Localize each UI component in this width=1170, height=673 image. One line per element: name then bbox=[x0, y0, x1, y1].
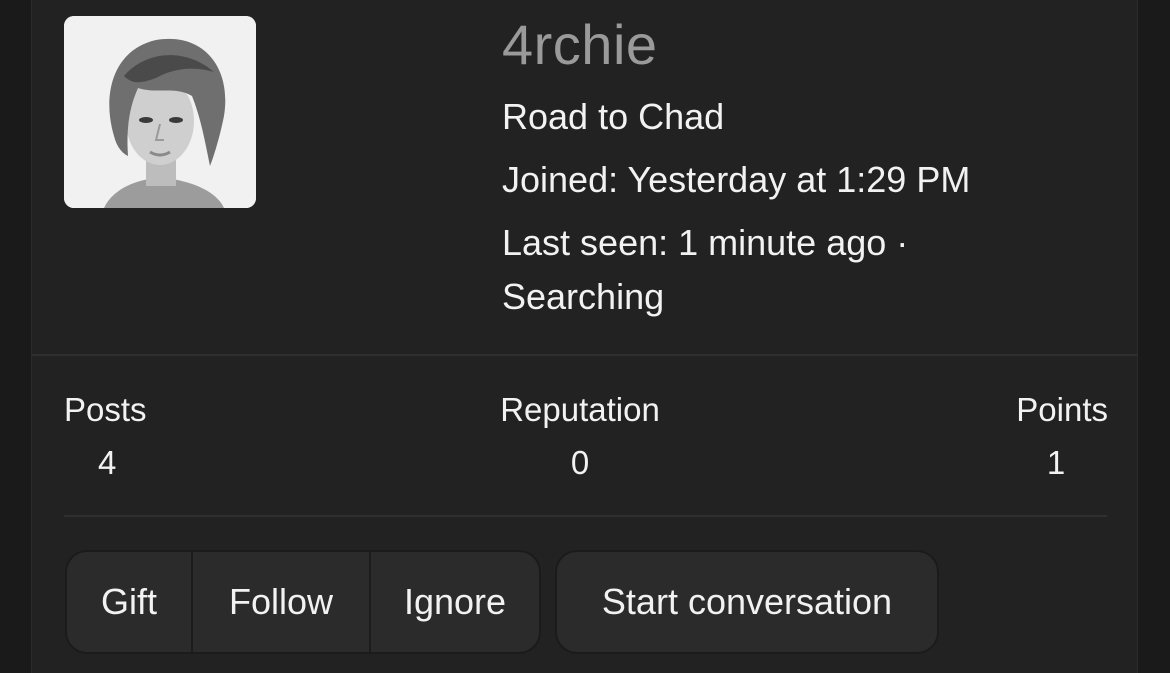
user-title: Road to Chad bbox=[502, 96, 725, 137]
username[interactable]: 4rchie bbox=[502, 14, 658, 76]
stat-reputation: Reputation 0 bbox=[492, 390, 668, 483]
stat-posts: Posts 4 bbox=[64, 390, 147, 483]
gift-button[interactable]: Gift bbox=[67, 552, 191, 652]
avatar[interactable] bbox=[64, 16, 256, 208]
stat-reputation-label: Reputation bbox=[500, 391, 660, 428]
stat-reputation-value[interactable]: 0 bbox=[492, 443, 668, 483]
last-seen: Last seen: 1 minute ago · Searching bbox=[502, 216, 1102, 324]
member-profile-card: 4rchie Road to Chad Joined: Yesterday at… bbox=[31, 0, 1138, 673]
avatar-image bbox=[64, 16, 256, 208]
joined-date: Joined: Yesterday at 1:29 PM bbox=[502, 159, 971, 200]
member-action-group: Gift Follow Ignore bbox=[65, 550, 541, 654]
stat-points: Points 1 bbox=[1004, 390, 1108, 483]
ignore-button[interactable]: Ignore bbox=[369, 552, 539, 652]
activity-status: Searching bbox=[502, 276, 665, 317]
follow-button[interactable]: Follow bbox=[191, 552, 369, 652]
conversation-action-group: Start conversation bbox=[555, 550, 939, 654]
stat-posts-label: Posts bbox=[64, 391, 147, 428]
last-seen-text: Last seen: 1 minute ago · bbox=[502, 222, 909, 263]
divider bbox=[32, 354, 1137, 356]
stat-points-value[interactable]: 1 bbox=[1004, 443, 1108, 483]
start-conversation-button[interactable]: Start conversation bbox=[557, 552, 937, 652]
divider bbox=[64, 515, 1107, 517]
stat-points-label: Points bbox=[1016, 391, 1108, 428]
stat-posts-value[interactable]: 4 bbox=[64, 443, 147, 483]
